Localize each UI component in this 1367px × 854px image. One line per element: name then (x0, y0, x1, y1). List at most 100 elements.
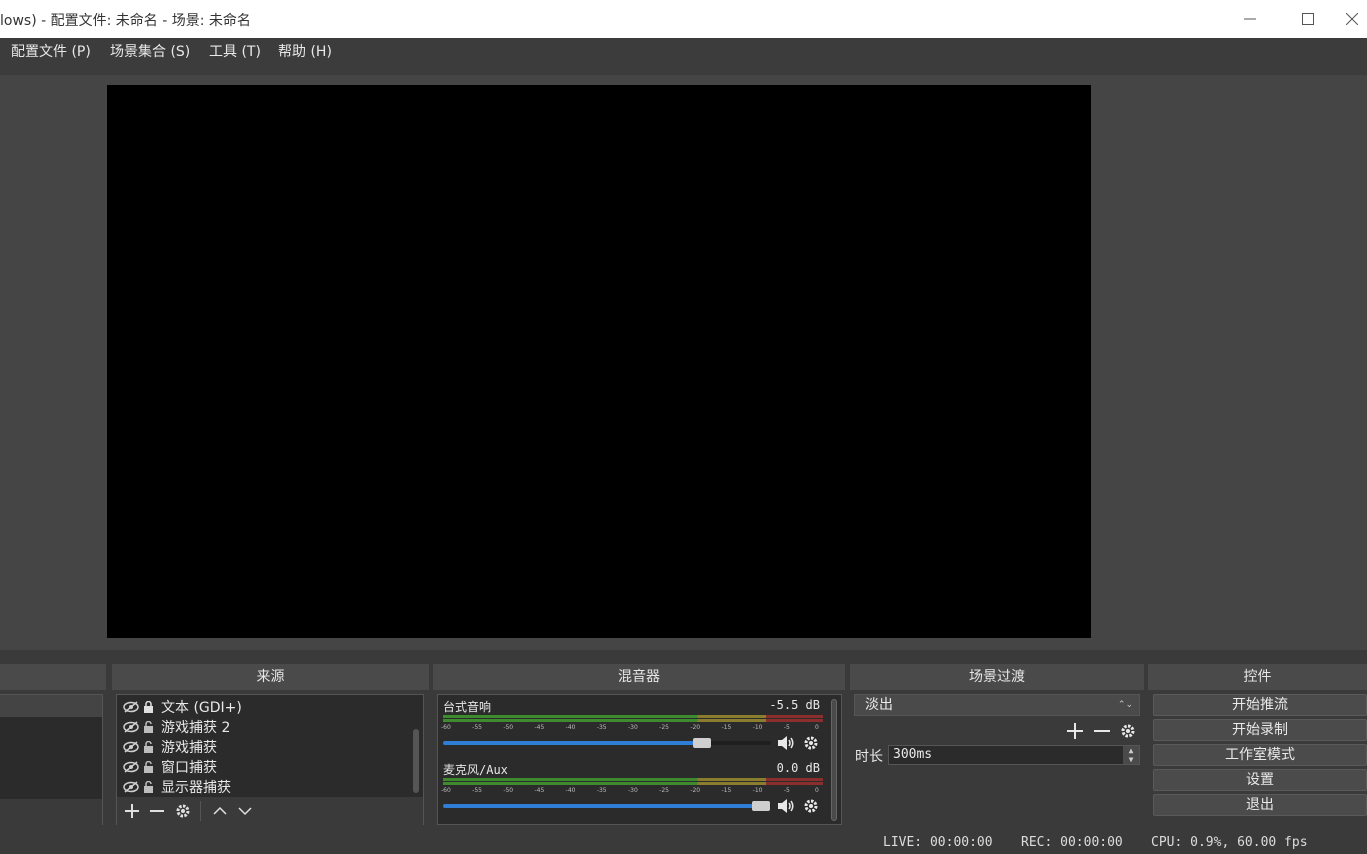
meter-tick-label: -40 (565, 787, 576, 794)
mixer-dock: 混音器 台式音响 -5.5 dB -60 -55 -50 -45 -40 -35 -30 -25 -… (433, 664, 845, 828)
maximize-button[interactable] (1279, 0, 1337, 38)
meter-tick-label: -20 (690, 787, 701, 794)
remove-source-button[interactable] (146, 800, 168, 822)
controls-dock-header: 控件 (1148, 664, 1367, 690)
mixer-panel: 台式音响 -5.5 dB -60 -55 -50 -45 -40 -35 -30 -25 -20 -1… (437, 694, 842, 825)
toolbar-separator (200, 801, 201, 821)
menu-tools[interactable]: 工具 (T) (205, 42, 265, 62)
unlock-icon[interactable] (142, 719, 154, 735)
duration-value: 300ms (893, 747, 933, 762)
meter-tick-label: -25 (659, 787, 669, 794)
unlock-icon[interactable] (142, 739, 154, 755)
rec-status: REC: 00:00:00 (1021, 835, 1123, 850)
source-item[interactable]: 显示器捕获 (123, 777, 231, 797)
mixer-channel-db: 0.0 dB (776, 761, 820, 775)
plus-icon (1067, 723, 1083, 739)
sources-scrollbar[interactable] (413, 729, 419, 793)
duration-label: 时长 (855, 749, 883, 765)
visibility-eye-icon[interactable] (123, 739, 139, 755)
menu-bar: 配置文件 (P) 场景集合 (S) 工具 (T) 帮助 (H) (0, 38, 1367, 75)
meter-tick-label: -35 (596, 724, 607, 731)
volume-slider-handle[interactable] (693, 738, 712, 748)
gear-icon[interactable] (800, 795, 822, 817)
speaker-icon[interactable] (775, 732, 797, 754)
spin-arrows-icon[interactable]: ▲ ▼ (1123, 746, 1139, 764)
meter-tick-label: -20 (690, 724, 701, 731)
scenes-dock (0, 664, 106, 828)
minimize-icon (1244, 18, 1256, 20)
chevron-up-icon (213, 806, 227, 815)
mixer-scrollbar[interactable] (831, 699, 837, 821)
visibility-eye-icon[interactable] (123, 719, 139, 735)
dock-splitter[interactable] (0, 650, 1367, 663)
move-source-up-button[interactable] (209, 800, 231, 822)
visibility-eye-icon[interactable] (123, 759, 139, 775)
menu-help[interactable]: 帮助 (H) (274, 42, 336, 62)
close-button[interactable] (1337, 0, 1367, 38)
gear-icon (176, 804, 190, 818)
sources-toolbar (117, 797, 423, 825)
updown-arrows-icon: ⌃⌄ (1117, 700, 1133, 710)
unlock-icon[interactable] (142, 759, 154, 775)
source-item[interactable]: 文本 (GDI+) (123, 697, 242, 717)
volume-slider-handle[interactable] (752, 801, 771, 811)
add-transition-button[interactable] (1064, 720, 1086, 742)
volume-slider[interactable] (443, 738, 771, 748)
controls-dock: 控件 开始推流 开始录制 工作室模式 设置 退出 (1148, 664, 1367, 828)
transition-select[interactable]: 淡出 ⌃⌄ (854, 694, 1140, 716)
close-icon (1346, 13, 1358, 25)
cpu-status: CPU: 0.9%, 60.00 fps (1151, 835, 1308, 850)
volume-slider[interactable] (443, 801, 771, 811)
unlock-icon[interactable] (142, 779, 154, 795)
menu-scene-collection[interactable]: 场景集合 (S) (106, 42, 194, 62)
meter-tick-label: -40 (565, 724, 576, 731)
transitions-dock-header: 场景过渡 (850, 664, 1144, 690)
visibility-eye-icon[interactable] (123, 779, 139, 795)
source-item-label: 显示器捕获 (161, 780, 231, 796)
source-item-label: 文本 (GDI+) (161, 700, 242, 716)
status-bar: LIVE: 00:00:00 REC: 00:00:00 CPU: 0.9%, … (0, 830, 1367, 854)
menu-profile[interactable]: 配置文件 (P) (7, 42, 95, 62)
meter-tick-label: -50 (503, 787, 514, 794)
meter-tick-label: -55 (472, 724, 482, 731)
gear-icon[interactable] (800, 732, 822, 754)
preview-canvas[interactable] (107, 85, 1091, 638)
scenes-list[interactable] (0, 694, 103, 825)
scenes-toolbar (0, 799, 102, 825)
transition-select-value: 淡出 (865, 697, 893, 713)
remove-transition-button[interactable] (1091, 720, 1113, 742)
source-properties-button[interactable] (172, 800, 194, 822)
volume-meter (443, 719, 823, 722)
add-source-button[interactable] (121, 800, 143, 822)
scene-item-selected[interactable] (0, 695, 102, 717)
duration-spinbox[interactable]: 300ms ▲ ▼ (888, 745, 1140, 765)
start-streaming-button[interactable]: 开始推流 (1153, 694, 1367, 716)
meter-tick-label: -25 (659, 724, 669, 731)
source-item-label: 游戏捕获 (161, 740, 217, 756)
meter-tick-label: -30 (628, 724, 638, 731)
source-item-label: 窗口捕获 (161, 760, 217, 776)
visibility-eye-icon[interactable] (123, 699, 139, 715)
maximize-icon (1302, 13, 1314, 25)
meter-tick-label: -15 (721, 724, 732, 731)
sources-dock-header: 来源 (112, 664, 429, 690)
studio-mode-button[interactable]: 工作室模式 (1153, 744, 1367, 766)
transition-properties-button[interactable] (1117, 720, 1139, 742)
meter-tick-label: -55 (472, 787, 482, 794)
speaker-icon[interactable] (775, 795, 797, 817)
minus-icon (150, 810, 164, 812)
plus-icon (125, 804, 139, 818)
source-item-label: 游戏捕获 2 (161, 720, 231, 736)
move-source-down-button[interactable] (234, 800, 256, 822)
settings-button[interactable]: 设置 (1153, 769, 1367, 791)
meter-tick-label: -45 (534, 724, 545, 731)
lock-icon[interactable] (142, 699, 154, 715)
sources-list[interactable]: 文本 (GDI+) 游戏捕获 2 游戏捕获窗口捕获显示器捕获 (116, 694, 424, 825)
start-recording-button[interactable]: 开始录制 (1153, 719, 1367, 741)
minimize-button[interactable] (1221, 0, 1279, 38)
source-item[interactable]: 游戏捕获 2 (123, 717, 230, 737)
source-item[interactable]: 窗口捕获 (123, 757, 217, 777)
exit-button[interactable]: 退出 (1153, 794, 1367, 816)
source-item[interactable]: 游戏捕获 (123, 737, 217, 757)
meter-tick-label: -60 (441, 787, 451, 794)
